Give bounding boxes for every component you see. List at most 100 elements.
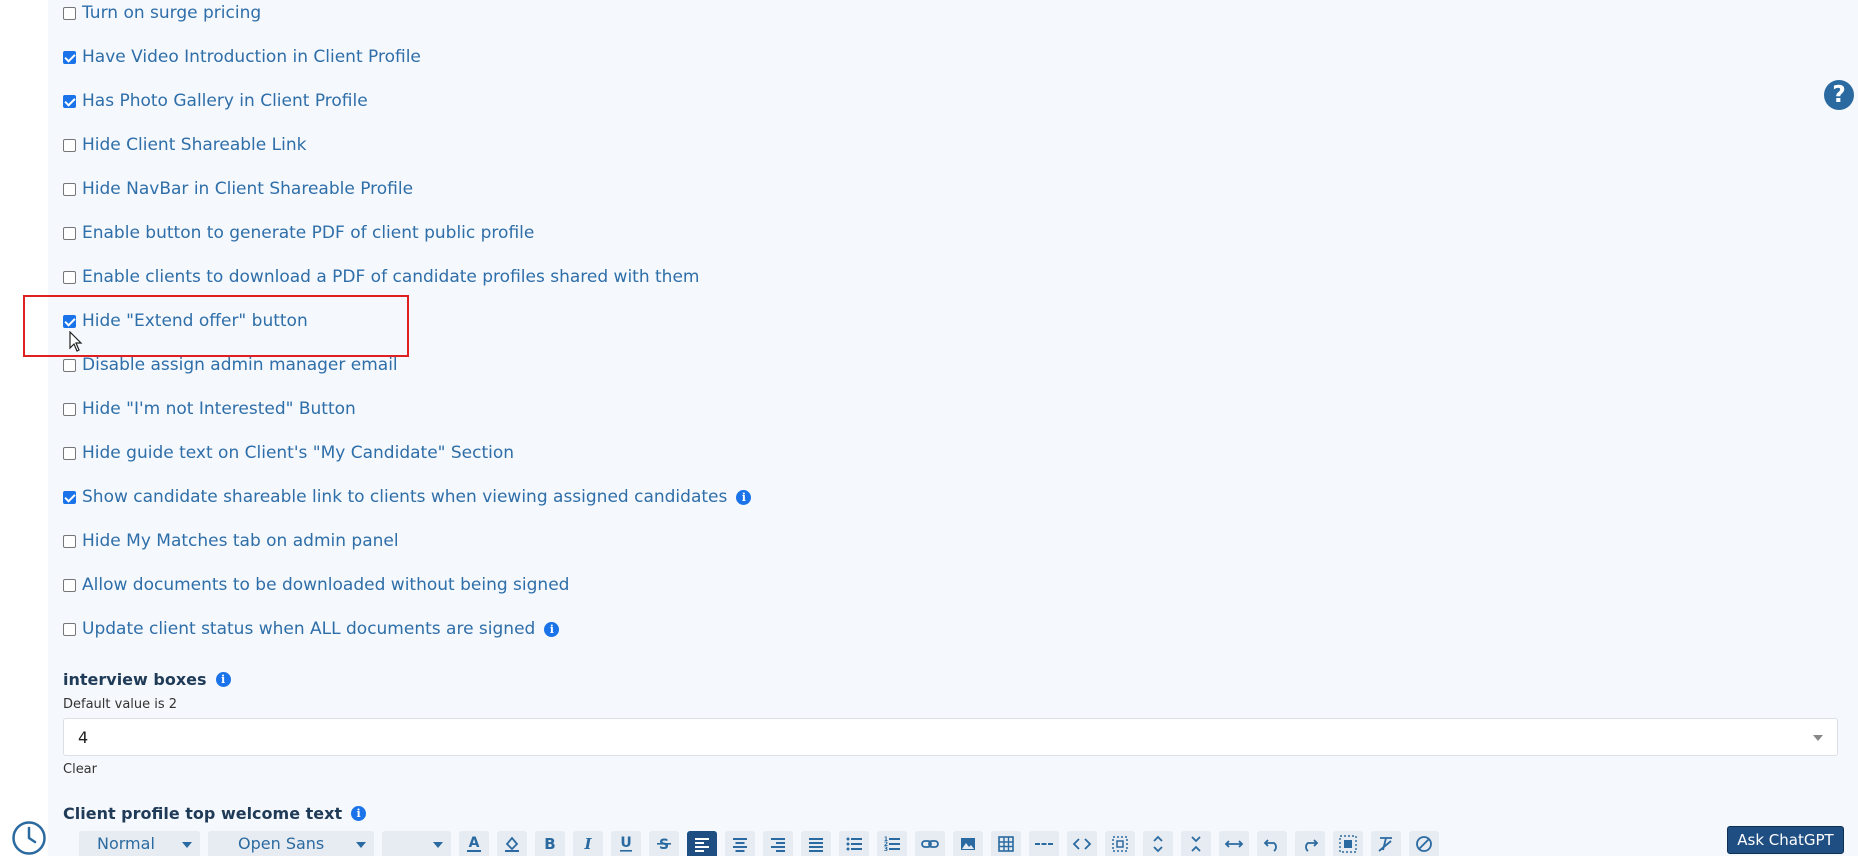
undo-button[interactable] xyxy=(1257,831,1287,856)
align-left-button[interactable] xyxy=(687,831,717,856)
italic-button[interactable]: I xyxy=(573,831,603,856)
select-all-button[interactable] xyxy=(1105,831,1135,856)
help-icon[interactable]: ? xyxy=(1824,80,1854,110)
font-color-button[interactable]: A xyxy=(459,831,489,856)
redo-button[interactable] xyxy=(1295,831,1325,856)
table-icon xyxy=(998,835,1014,852)
info-icon[interactable]: i xyxy=(544,621,560,637)
option-row[interactable]: Hide Client Shareable Link xyxy=(63,133,306,157)
option-label[interactable]: Show candidate shareable link to clients… xyxy=(82,487,727,507)
horizontal-rule-icon xyxy=(1035,842,1053,845)
table-button[interactable] xyxy=(991,831,1021,856)
option-row[interactable]: Have Video Introduction in Client Profil… xyxy=(63,45,421,69)
ask-chatgpt-button[interactable]: Ask ChatGPT xyxy=(1727,826,1844,854)
mouse-cursor-icon xyxy=(69,331,83,352)
horizontal-rule-button[interactable] xyxy=(1029,831,1059,856)
option-checkbox[interactable] xyxy=(63,182,76,196)
option-row[interactable]: Turn on surge pricing xyxy=(63,1,261,25)
chevron-down-icon xyxy=(356,842,366,848)
collapse-button[interactable] xyxy=(1181,831,1211,856)
option-checkbox[interactable] xyxy=(63,50,76,64)
interview-boxes-value: 4 xyxy=(78,728,89,747)
numbered-list-button[interactable]: 123 xyxy=(877,831,907,856)
background-color-icon xyxy=(505,836,519,852)
option-checkbox[interactable] xyxy=(63,534,76,548)
option-label[interactable]: Hide guide text on Client's "My Candidat… xyxy=(82,443,514,463)
fullwidth-button[interactable] xyxy=(1219,831,1249,856)
info-icon[interactable]: i xyxy=(736,489,752,505)
interview-boxes-title: interview boxes i xyxy=(63,670,231,689)
option-label[interactable]: Disable assign admin manager email xyxy=(82,355,398,375)
option-label[interactable]: Hide Client Shareable Link xyxy=(82,135,306,155)
option-checkbox[interactable] xyxy=(63,358,76,372)
bold-button[interactable]: B xyxy=(535,831,565,856)
option-row[interactable]: Has Photo Gallery in Client Profile xyxy=(63,89,368,113)
paragraph-style-dropdown[interactable]: Normal xyxy=(79,831,200,856)
info-icon[interactable]: i xyxy=(215,672,231,687)
svg-text:B: B xyxy=(544,835,555,853)
option-row[interactable]: Enable clients to download a PDF of cand… xyxy=(63,265,699,289)
underline-button[interactable]: U xyxy=(611,831,641,856)
option-label[interactable]: Hide "I'm not Interested" Button xyxy=(82,399,356,419)
image-button[interactable] xyxy=(953,831,983,856)
option-checkbox[interactable] xyxy=(63,6,76,20)
font-family-dropdown[interactable]: Open Sans xyxy=(208,831,374,856)
strikethrough-button[interactable]: S xyxy=(649,831,679,856)
chevron-down-icon xyxy=(182,842,192,848)
bullet-list-icon xyxy=(846,837,862,850)
option-checkbox[interactable] xyxy=(63,402,76,416)
option-checkbox[interactable] xyxy=(63,622,76,636)
align-center-button[interactable] xyxy=(725,831,755,856)
collapse-icon xyxy=(1191,835,1201,852)
option-checkbox[interactable] xyxy=(63,94,76,108)
option-label[interactable]: Hide My Matches tab on admin panel xyxy=(82,531,399,551)
expand-up-button[interactable] xyxy=(1143,831,1173,856)
option-label[interactable]: Hide NavBar in Client Shareable Profile xyxy=(82,179,413,199)
option-label[interactable]: Allow documents to be downloaded without… xyxy=(82,575,569,595)
bold-icon: B xyxy=(544,835,555,853)
option-row[interactable]: Hide guide text on Client's "My Candidat… xyxy=(63,441,514,465)
option-checkbox[interactable] xyxy=(63,578,76,592)
option-label[interactable]: Have Video Introduction in Client Profil… xyxy=(82,47,421,67)
option-checkbox[interactable] xyxy=(63,138,76,152)
link-button[interactable] xyxy=(915,831,945,856)
option-row[interactable]: Enable button to generate PDF of client … xyxy=(63,221,534,245)
align-right-button[interactable] xyxy=(763,831,793,856)
underline-icon: U xyxy=(620,835,632,852)
option-row[interactable]: Hide "I'm not Interested" Button xyxy=(63,397,356,421)
background-color-button[interactable] xyxy=(497,831,527,856)
align-justify-button[interactable] xyxy=(801,831,831,856)
font-size-dropdown[interactable] xyxy=(382,831,451,856)
option-checkbox[interactable] xyxy=(63,226,76,240)
code-view-icon xyxy=(1072,837,1092,850)
code-view-button[interactable] xyxy=(1067,831,1097,856)
option-checkbox[interactable] xyxy=(63,490,76,504)
interview-boxes-select[interactable]: 4 xyxy=(63,718,1838,756)
expand-up-icon xyxy=(1153,835,1163,852)
remove-button[interactable] xyxy=(1409,831,1439,856)
option-checkbox[interactable] xyxy=(63,270,76,284)
clear-button[interactable]: Clear xyxy=(63,762,97,777)
option-label[interactable]: Update client status when ALL documents … xyxy=(82,619,535,639)
option-row[interactable]: Show candidate shareable link to clients… xyxy=(63,485,752,509)
show-blocks-button[interactable] xyxy=(1333,831,1363,856)
align-justify-icon xyxy=(809,837,823,852)
option-checkbox[interactable] xyxy=(63,446,76,460)
clear-format-button[interactable] xyxy=(1371,831,1401,856)
interview-boxes-label: interview boxes xyxy=(63,670,207,689)
bullet-list-button[interactable] xyxy=(839,831,869,856)
option-label[interactable]: Enable button to generate PDF of client … xyxy=(82,223,534,243)
undo-icon xyxy=(1263,838,1277,852)
image-icon xyxy=(961,837,975,850)
option-row[interactable]: Allow documents to be downloaded without… xyxy=(63,573,569,597)
info-icon[interactable]: i xyxy=(351,806,367,821)
option-row[interactable]: Update client status when ALL documents … xyxy=(63,617,560,641)
option-label[interactable]: Enable clients to download a PDF of cand… xyxy=(82,267,699,287)
welcome-text-title: Client profile top welcome text i xyxy=(63,804,367,823)
option-label[interactable]: Turn on surge pricing xyxy=(82,3,261,23)
option-label[interactable]: Has Photo Gallery in Client Profile xyxy=(82,91,368,111)
option-row[interactable]: Hide NavBar in Client Shareable Profile xyxy=(63,177,413,201)
clock-icon[interactable] xyxy=(11,820,47,856)
align-right-icon xyxy=(771,837,785,852)
option-row[interactable]: Hide My Matches tab on admin panel xyxy=(63,529,399,553)
